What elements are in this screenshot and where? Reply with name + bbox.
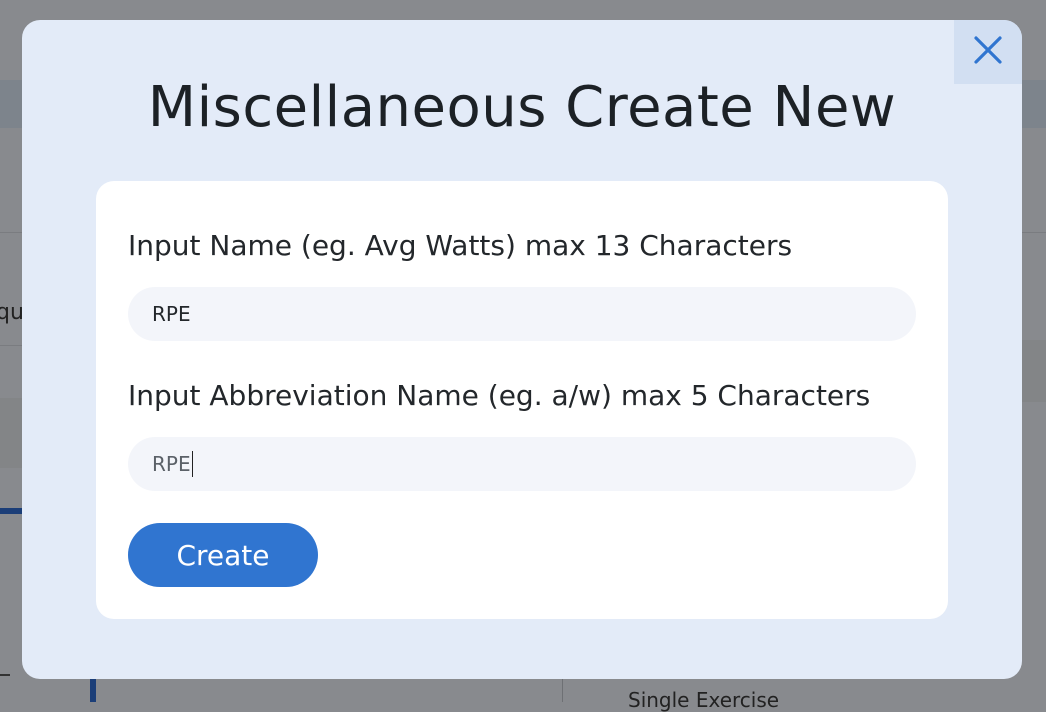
background-row-strip [1022, 340, 1046, 402]
abbreviation-name-value: RPE [152, 452, 191, 476]
create-new-modal: Miscellaneous Create New Input Name (eg.… [22, 20, 1022, 679]
background-row-strip [0, 398, 24, 468]
background-divider [562, 678, 563, 702]
abbreviation-name-label: Input Abbreviation Name (eg. a/w) max 5 … [128, 379, 871, 412]
input-name-field[interactable]: RPE [128, 287, 916, 341]
background-text: Single Exercise [628, 688, 780, 712]
background-text: qu [0, 300, 24, 325]
text-caret [191, 451, 193, 477]
input-name-label: Input Name (eg. Avg Watts) max 13 Charac… [128, 229, 793, 262]
background-accent-bar [90, 678, 96, 702]
abbreviation-name-field[interactable]: RPE [128, 437, 916, 491]
background-divider [0, 345, 24, 346]
input-name-value: RPE [152, 302, 191, 326]
form-card: Input Name (eg. Avg Watts) max 13 Charac… [96, 181, 948, 619]
background-accent-bar [0, 508, 22, 514]
modal-title: Miscellaneous Create New [147, 75, 897, 140]
background-dash [0, 674, 10, 676]
create-button[interactable]: Create [128, 523, 318, 587]
close-icon [973, 35, 1003, 69]
close-button[interactable] [954, 20, 1022, 84]
